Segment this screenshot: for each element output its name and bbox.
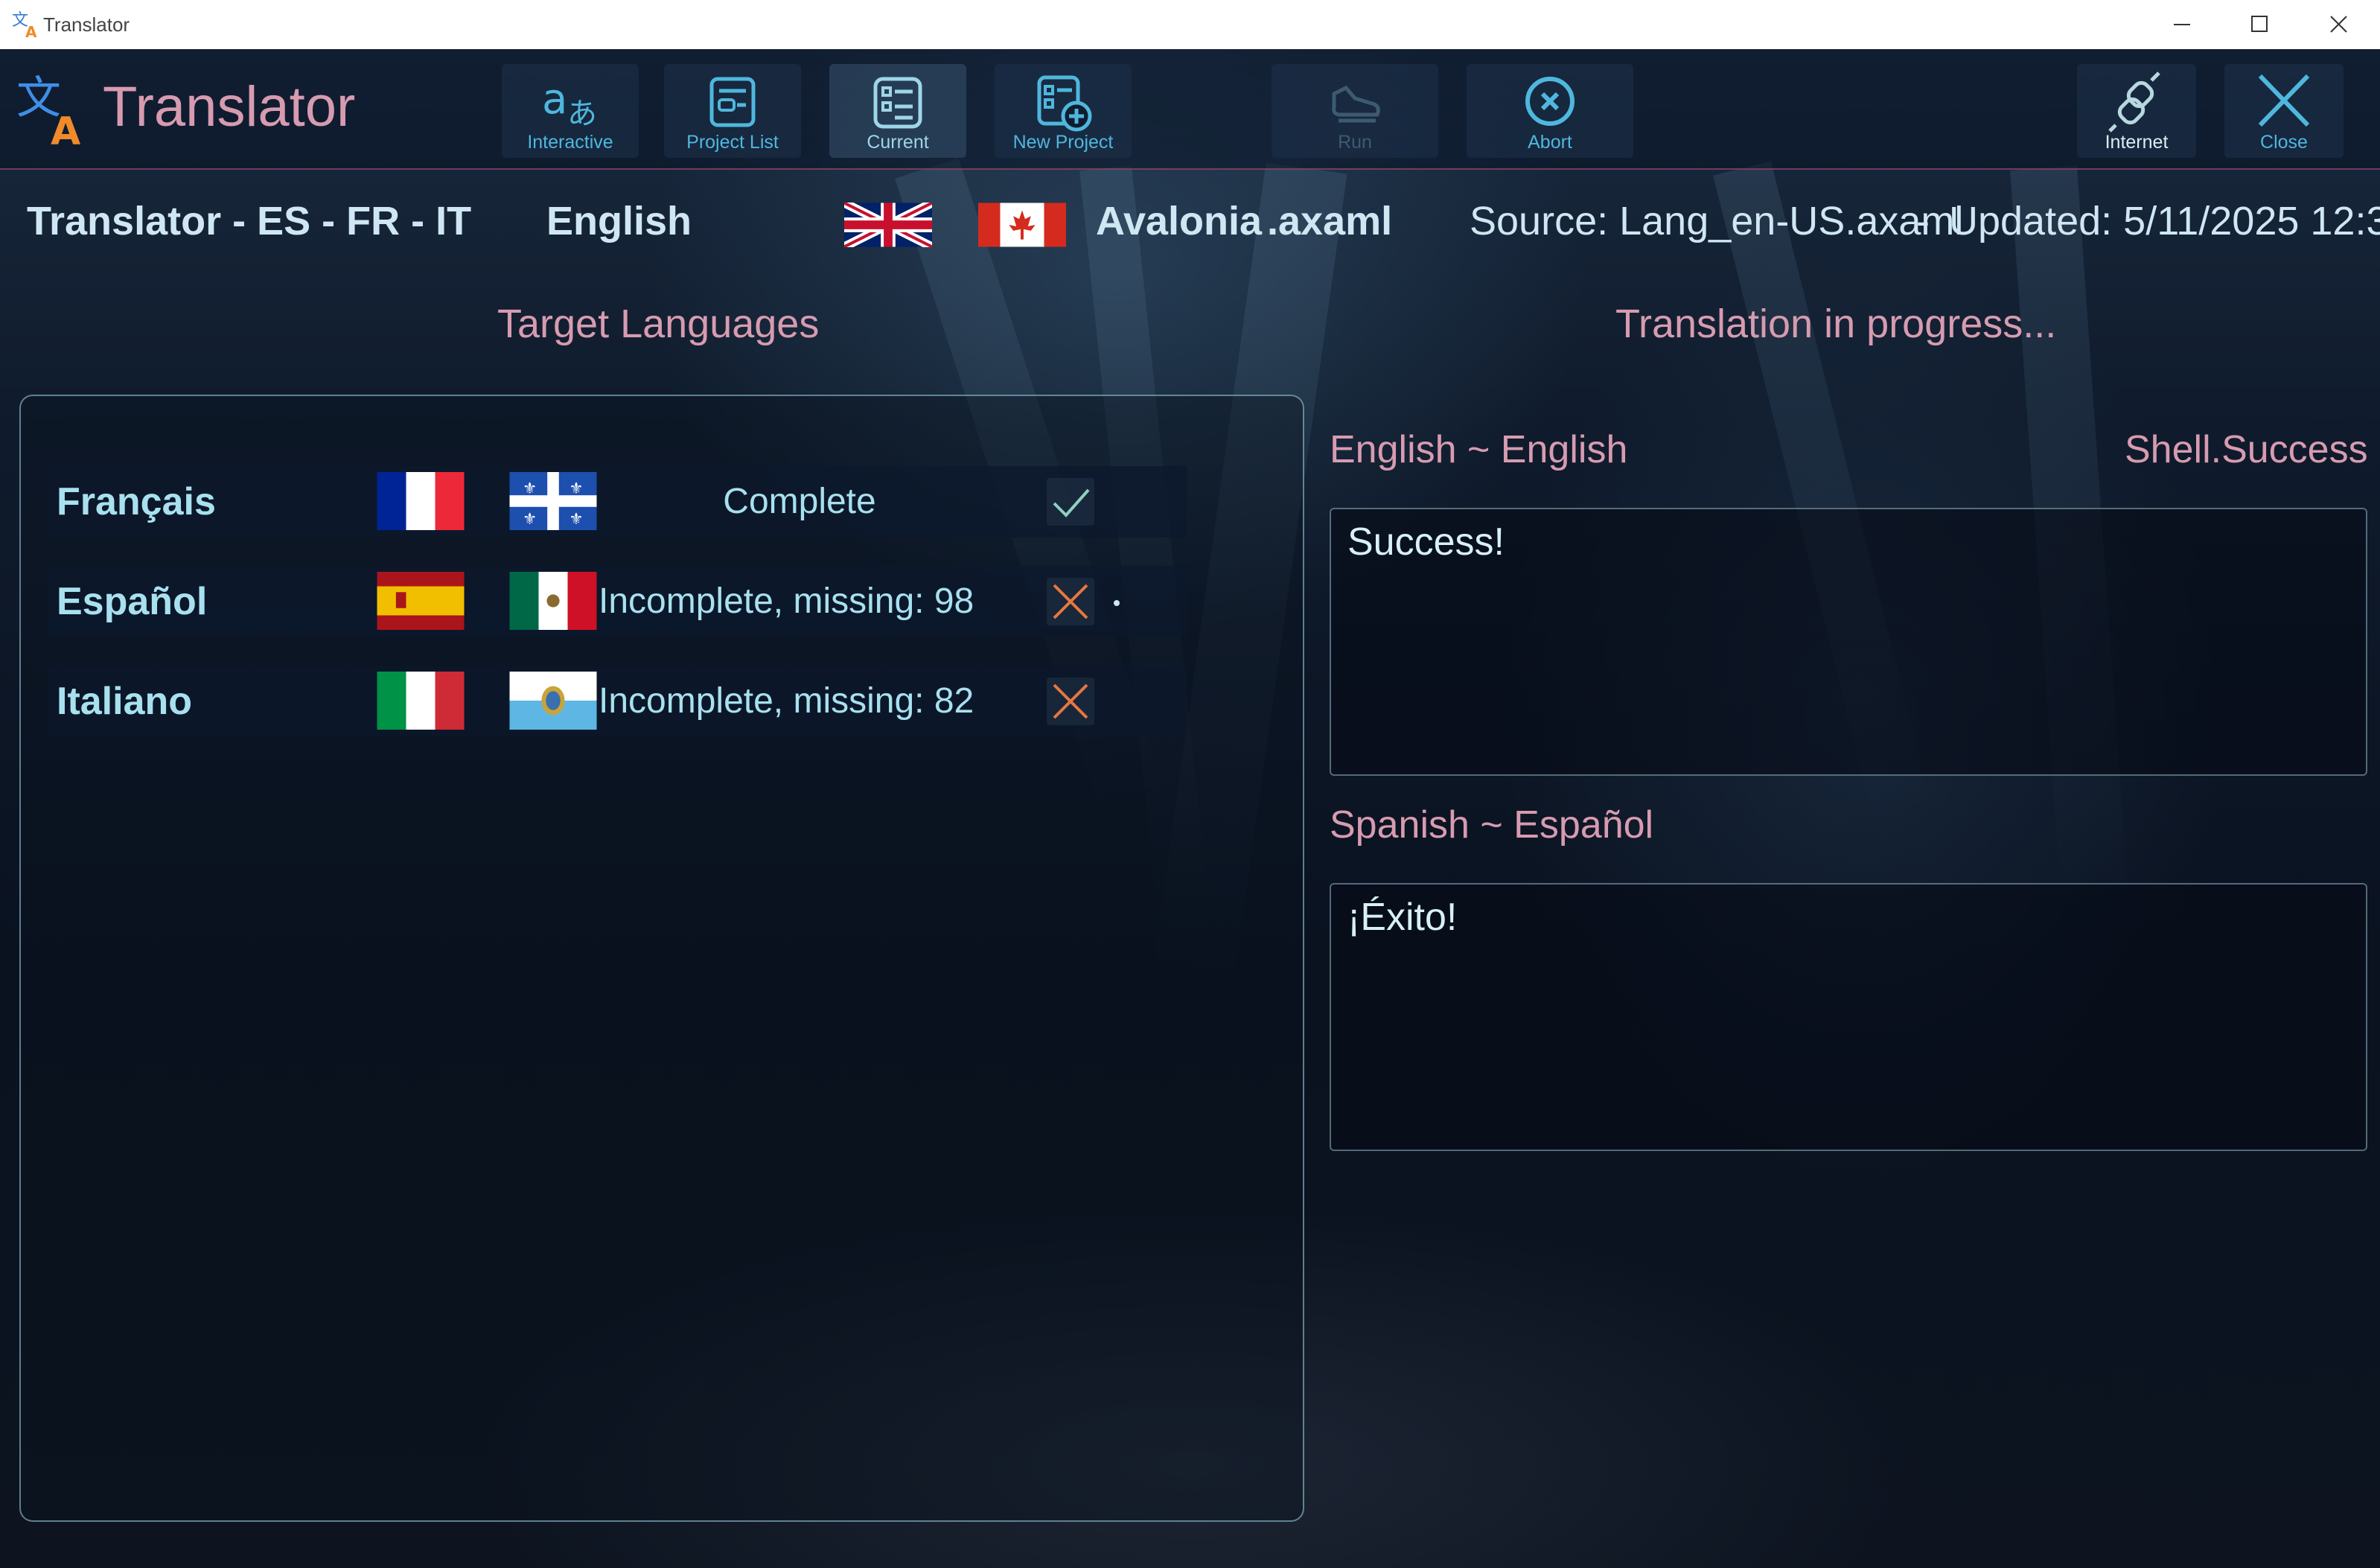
info-separator: - <box>1916 199 1930 243</box>
window-title: Translator <box>43 13 130 36</box>
window-close-button[interactable] <box>2300 0 2378 49</box>
svg-text:⚜: ⚜ <box>523 479 537 498</box>
language-name: Italiano <box>57 680 193 723</box>
source-text: Success! <box>1347 520 1505 564</box>
language-row-italian[interactable]: Italiano Incomplete, missing: 82 <box>48 666 1187 737</box>
target-languages-panel: Français ⚜ ⚜ ⚜ ⚜ Complete Español Incomp… <box>19 395 1304 1522</box>
target-language-label: Spanish ~ Español <box>1330 803 1654 847</box>
language-row-spanish[interactable]: Español Incomplete, missing: 98 <box>48 566 1187 637</box>
france-flag <box>377 472 465 530</box>
svg-text:A: A <box>25 23 37 39</box>
app-name: Translator <box>103 75 356 138</box>
target-text-box[interactable]: ¡Éxito! <box>1330 883 2367 1151</box>
language-name: Français <box>57 480 216 523</box>
translate-logo-icon: 文 A <box>16 74 80 146</box>
abort-label: Abort <box>1528 132 1572 153</box>
target-text: ¡Éxito! <box>1347 896 1458 939</box>
new-project-button[interactable]: New Project <box>995 64 1132 158</box>
updated-timestamp: Updated: 5/11/2025 12:36 <box>1949 199 2380 243</box>
app-area: 文 A Translator a あ Interactive Project L… <box>0 49 2380 1568</box>
current-button[interactable]: Current <box>829 64 966 158</box>
maximize-icon <box>2251 16 2268 32</box>
interactive-translate-icon: a あ <box>542 75 597 131</box>
abort-button[interactable]: Abort <box>1467 64 1633 158</box>
app-header: 文 A Translator a あ Interactive Project L… <box>0 49 2380 170</box>
close-label: Close <box>2260 132 2308 153</box>
window-title-bar[interactable]: 文 A Translator <box>0 0 2380 50</box>
framework-name: Avalonia <box>1096 199 1263 243</box>
run-label: Run <box>1338 132 1372 153</box>
quebec-flag: ⚜ ⚜ ⚜ ⚜ <box>509 472 597 530</box>
source-language-label: English ~ English <box>1330 428 1628 471</box>
san-marino-flag <box>509 672 597 730</box>
svg-text:⚜: ⚜ <box>569 479 583 498</box>
translate-icon: 文 A <box>12 11 37 39</box>
resource-key: Shell.Success <box>2125 428 2368 471</box>
language-status: Incomplete, missing: 82 <box>599 681 974 721</box>
close-icon <box>2258 74 2310 127</box>
language-status: Complete <box>723 482 876 521</box>
internet-label: Internet <box>2105 132 2169 153</box>
plug-icon <box>2108 71 2160 133</box>
target-languages-title: Target Languages <box>497 302 820 346</box>
italy-flag <box>377 672 465 730</box>
svg-text:a: a <box>542 75 567 124</box>
language-status: Incomplete, missing: 98 <box>599 581 974 621</box>
source-file: Source: Lang_en-US.axaml <box>1470 199 1964 243</box>
run-icon <box>1332 85 1380 123</box>
run-button[interactable]: Run <box>1272 64 1438 158</box>
status-indicator <box>1047 678 1094 725</box>
spain-flag <box>377 572 465 630</box>
translation-progress-title: Translation in progress... <box>1615 302 2057 346</box>
source-text-box[interactable]: Success! <box>1330 508 2367 776</box>
interactive-label: Interactive <box>527 132 613 153</box>
cross-icon <box>1053 683 1088 719</box>
close-app-button[interactable]: Close <box>2224 64 2344 158</box>
uk-flag <box>844 203 932 247</box>
new-project-icon <box>1037 75 1092 132</box>
project-list-label: Project List <box>686 132 779 153</box>
status-indicator <box>1047 578 1094 625</box>
check-icon <box>1053 488 1090 517</box>
abort-icon <box>1525 77 1575 126</box>
current-label: Current <box>867 132 929 153</box>
svg-text:⚜: ⚜ <box>523 510 537 529</box>
project-list-icon <box>709 77 756 127</box>
internet-button[interactable]: Internet <box>2077 64 2196 158</box>
svg-text:あ: あ <box>567 97 597 131</box>
current-project-icon <box>873 77 922 129</box>
project-name: Translator - ES - FR - IT <box>27 199 472 243</box>
language-row-french[interactable]: Français ⚜ ⚜ ⚜ ⚜ Complete <box>48 466 1187 538</box>
language-name: Español <box>57 580 208 623</box>
svg-text:⚜: ⚜ <box>569 510 583 529</box>
activity-dot <box>1114 600 1120 606</box>
mexico-flag <box>509 572 597 630</box>
project-list-button[interactable]: Project List <box>664 64 801 158</box>
cross-icon <box>1053 584 1088 619</box>
source-language: English <box>546 199 692 243</box>
file-extension: .axaml <box>1267 199 1393 243</box>
close-icon <box>2330 16 2347 33</box>
svg-text:A: A <box>51 109 80 146</box>
status-indicator <box>1047 478 1094 526</box>
minimize-button[interactable] <box>2144 0 2221 49</box>
canada-flag <box>978 203 1066 247</box>
interactive-button[interactable]: a あ Interactive <box>502 64 639 158</box>
minimize-icon <box>2174 24 2190 25</box>
maximize-button[interactable] <box>2221 0 2299 49</box>
new-project-label: New Project <box>1012 132 1114 153</box>
